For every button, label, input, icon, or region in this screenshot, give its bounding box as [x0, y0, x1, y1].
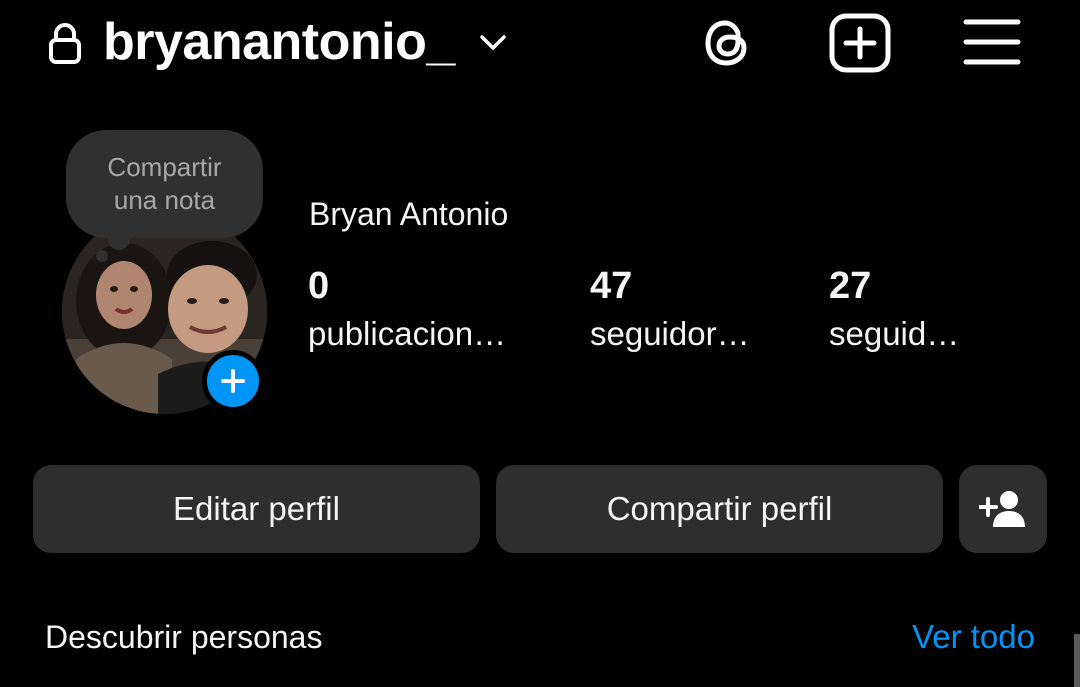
following-label: seguid…: [829, 315, 960, 352]
person-add-icon: [979, 491, 1025, 527]
following-count: 27: [829, 265, 872, 307]
plus-icon: [221, 369, 245, 393]
profile-header: bryanantonio_: [0, 0, 1080, 90]
account-switcher-username[interactable]: bryanantonio_: [103, 10, 455, 74]
scrollbar[interactable]: [1074, 634, 1080, 687]
see-all-link[interactable]: Ver todo: [912, 617, 1035, 657]
note-prompt-line-2: una nota: [113, 185, 216, 215]
share-profile-button[interactable]: Compartir perfil: [496, 465, 943, 553]
posts-count: 0: [308, 265, 330, 307]
followers-count: 47: [590, 265, 633, 307]
plus-square-icon[interactable]: [828, 12, 892, 74]
add-story-button[interactable]: [202, 350, 264, 412]
stat-posts[interactable]: 0 publicacion…: [308, 264, 506, 354]
note-bubble-tail-dot: [96, 250, 108, 262]
profile-display-name: Bryan Antonio: [309, 196, 509, 232]
stat-followers[interactable]: 47 seguidor…: [590, 264, 750, 354]
note-prompt-line-1: Compartir: [107, 152, 222, 182]
hamburger-menu-icon[interactable]: [962, 15, 1022, 69]
discover-people-button[interactable]: [959, 465, 1047, 553]
note-bubble-tail: [108, 228, 130, 250]
profile-screen: bryanantonio_ Compartir una nota Bryan A…: [0, 0, 1080, 687]
edit-profile-button[interactable]: Editar perfil: [33, 465, 480, 553]
chevron-down-icon[interactable]: [478, 30, 508, 54]
threads-icon[interactable]: [698, 13, 756, 73]
share-note-bubble[interactable]: Compartir una nota: [66, 130, 263, 238]
followers-label: seguidor…: [590, 315, 750, 352]
discover-people-title: Descubrir personas: [45, 619, 323, 655]
stat-following[interactable]: 27 seguid…: [829, 264, 959, 354]
posts-label: publicacion…: [308, 315, 507, 352]
lock-icon: [49, 23, 81, 64]
